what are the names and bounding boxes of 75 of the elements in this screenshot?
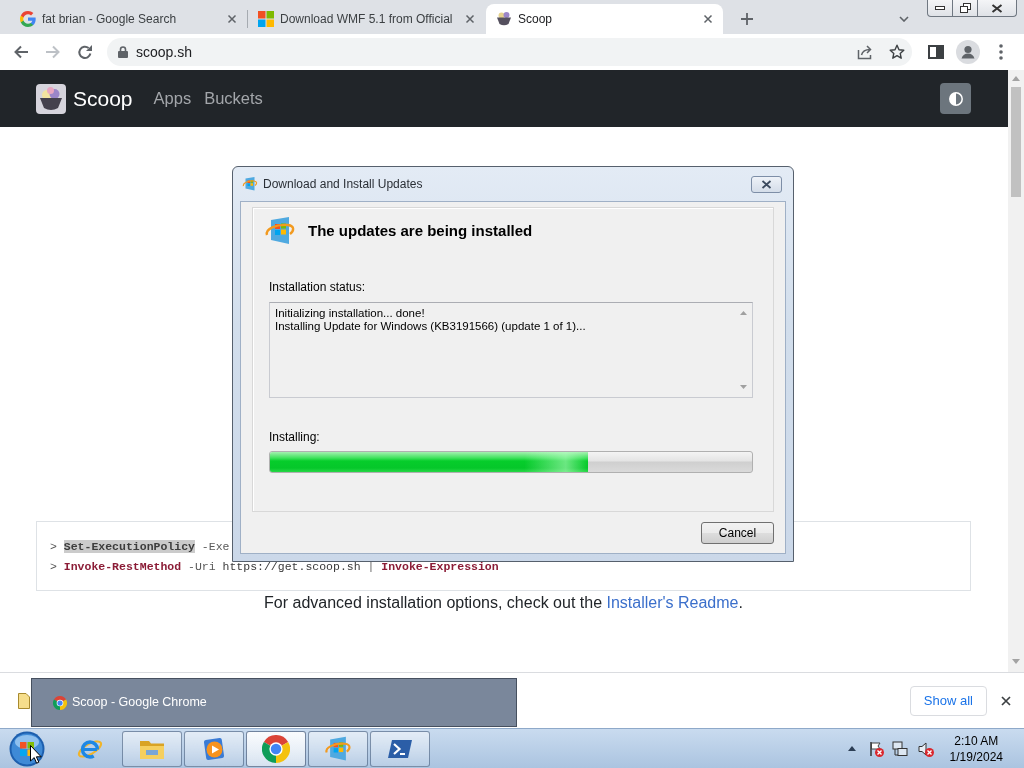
browser-tab[interactable]: fat brian - Google Search <box>10 4 247 34</box>
parameter-name: -Exe <box>201 540 230 553</box>
prompt-symbol: > <box>50 560 57 573</box>
flag-alert-icon[interactable] <box>867 740 884 757</box>
browser-logo-icon <box>53 695 67 710</box>
taskbar-button[interactable] <box>122 730 182 767</box>
taskbar-button[interactable] <box>246 730 306 767</box>
profile-avatar-icon[interactable] <box>956 40 980 64</box>
readme-link[interactable]: Installer's Readme <box>606 594 739 611</box>
command-name: Set-ExecutionPolicy <box>63 540 195 553</box>
software-update-icon <box>242 176 258 192</box>
taskbar-button[interactable] <box>308 730 368 767</box>
log-line: Initializing installation... done! <box>275 307 426 320</box>
taskbar-button[interactable] <box>370 730 430 767</box>
command-name: Invoke-RestMethod <box>63 560 182 573</box>
window-preview-tooltip[interactable]: Scoop - Google Chrome <box>31 678 517 727</box>
software-update-icon <box>324 734 352 763</box>
browser-logo-icon <box>262 734 290 763</box>
mouse-cursor-icon <box>30 745 42 764</box>
network-icon[interactable] <box>891 740 908 757</box>
share-icon[interactable] <box>857 44 873 60</box>
log-line: Installing Update for Windows (KB3191566) (update 1 of 1)... <box>275 320 587 333</box>
nav-link[interactable]: Apps <box>153 88 192 109</box>
close-icon[interactable] <box>227 14 237 24</box>
plus-icon[interactable] <box>741 13 753 25</box>
prompt-symbol: > <box>50 540 57 553</box>
dialog-heading: The updates are being installed <box>308 220 533 241</box>
speaker-muted-icon[interactable] <box>917 740 934 757</box>
taskbar-button[interactable] <box>184 730 244 767</box>
window-title: Download and Install Updates <box>263 176 423 193</box>
scrollbar-thumb[interactable] <box>1011 87 1021 197</box>
clock-time[interactable]: 2:10 AM <box>949 732 1003 749</box>
progress-label: Installing: <box>269 430 321 444</box>
minimize-button[interactable] <box>927 0 953 17</box>
browser-tab[interactable]: Download WMF 5.1 from Official <box>248 4 485 34</box>
address-bar[interactable]: scoop.sh <box>107 38 912 66</box>
close-icon <box>991 3 1003 13</box>
back-arrow-icon[interactable] <box>13 44 29 60</box>
command-name: Invoke-Expression <box>381 560 499 573</box>
browser-tab[interactable]: Scoop <box>486 4 723 34</box>
close-icon[interactable] <box>1001 695 1011 706</box>
nav-link[interactable]: Buckets <box>204 88 263 109</box>
parameter-name: -Uri <box>188 560 216 573</box>
bowl-icon <box>496 11 512 27</box>
software-update-icon <box>264 215 296 247</box>
lock-icon <box>118 46 128 58</box>
dialog-close-button[interactable] <box>751 175 782 193</box>
restore-icon <box>959 3 971 13</box>
pipe-operator: | <box>367 560 375 573</box>
tray-expand-icon[interactable] <box>847 746 856 751</box>
minimize-icon <box>935 6 945 10</box>
star-icon[interactable] <box>889 44 905 60</box>
clock-date[interactable]: 1/19/2024 <box>949 748 1003 765</box>
half-circle-icon <box>948 91 963 106</box>
cancel-button[interactable]: Cancel <box>701 522 774 544</box>
vertical-scrollbar[interactable] <box>1008 70 1024 672</box>
argument-text: https://get.scoop.sh <box>222 560 361 573</box>
close-window-button[interactable] <box>978 0 1017 17</box>
reload-icon[interactable] <box>77 44 93 60</box>
letter-g-icon <box>20 11 36 27</box>
install-note: For advanced installation options, check out the Installer's Readme. <box>264 593 743 613</box>
status-label: Installation status: <box>269 280 367 294</box>
restore-button[interactable] <box>953 0 978 17</box>
close-icon[interactable] <box>703 14 713 24</box>
four-squares-icon <box>258 11 274 27</box>
brand-name[interactable]: Scoop <box>73 85 133 112</box>
menu-icon[interactable] <box>999 44 1003 60</box>
show-all-button[interactable]: Show all <box>909 685 987 716</box>
close-icon <box>761 179 772 189</box>
theme-toggle-button[interactable] <box>940 83 971 114</box>
tooltip-title: Scoop - Google Chrome <box>72 694 207 712</box>
sidebar-icon[interactable] <box>928 45 944 59</box>
scoop-logo-icon[interactable] <box>36 83 66 114</box>
close-icon[interactable] <box>465 14 475 24</box>
chevron-down-icon[interactable] <box>899 16 909 22</box>
